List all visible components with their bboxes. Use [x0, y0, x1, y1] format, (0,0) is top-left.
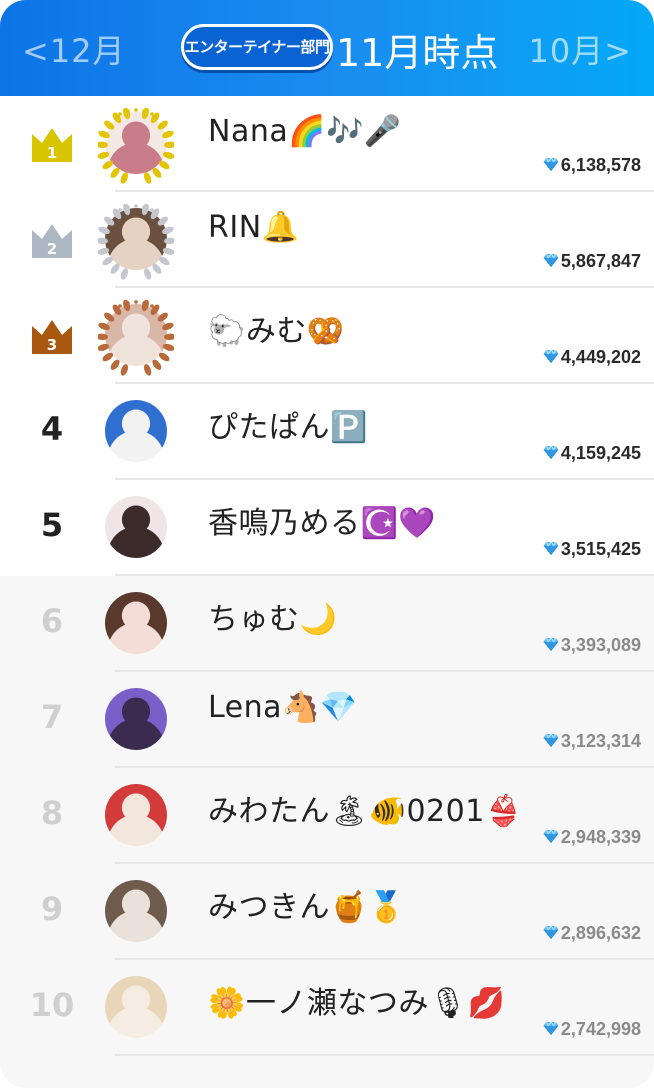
avatar-wrap[interactable] [98, 588, 174, 664]
score: 2,948,339 [542, 827, 641, 848]
prev-month-link[interactable]: <12月 [22, 26, 126, 72]
avatar [105, 400, 167, 462]
score-value: 3,515,425 [560, 539, 641, 559]
diamond-icon [542, 539, 561, 559]
user-name: 🐑みむ🥨 [208, 314, 345, 349]
user-name: みつきん🍯🥇 [208, 890, 406, 925]
rank-number: 9 [40, 890, 64, 928]
avatar-wrap[interactable] [98, 300, 174, 376]
score: 6,138,578 [542, 155, 641, 176]
user-name: Lena🐴💎 [208, 690, 358, 725]
next-month-link[interactable]: 10月> [528, 26, 632, 72]
ranking-row[interactable]: 6 ちゅむ🌙 3,393,089 [0, 576, 654, 672]
diamond-icon [542, 251, 561, 271]
bronze-crown-icon: 3 [31, 318, 73, 354]
avatar-wrap[interactable] [98, 492, 174, 568]
avatar [105, 784, 167, 846]
ranking-row[interactable]: 9 みつきん🍯🥇 2,896,632 [0, 864, 654, 960]
ranking-row[interactable]: 8 みわたん🏝🐠0201👙 2,948,339 [0, 768, 654, 864]
diamond-icon [542, 923, 561, 943]
score-value: 2,948,339 [560, 827, 641, 847]
score-value: 6,138,578 [560, 155, 641, 175]
ranking-row[interactable]: 4 ぴたぱん🅿️ 4,159,245 [0, 384, 654, 480]
user-name: RIN🔔 [208, 210, 300, 245]
avatar [105, 688, 167, 750]
rank-number: 10 [29, 986, 75, 1024]
score: 4,449,202 [542, 347, 641, 368]
avatar-wrap[interactable] [98, 396, 174, 472]
score: 3,393,089 [542, 635, 641, 656]
ranking-row[interactable]: 5 香鳴乃める☪️💜 3,515,425 [0, 480, 654, 576]
avatar-wrap[interactable] [98, 204, 174, 280]
ranking-list: 1 Nana🌈🎶🎤 6,138,578 2 RIN🔔 5,867,847 3 🐑… [0, 96, 654, 1088]
score-value: 3,393,089 [560, 635, 641, 655]
avatar-wrap[interactable] [98, 108, 174, 184]
gold-crown-icon: 1 [31, 126, 73, 162]
ranking-row[interactable]: 10 🌼一ノ瀬なつみ🎙💋 2,742,998 [0, 960, 654, 1056]
avatar [105, 496, 167, 558]
score-value: 5,867,847 [560, 251, 641, 271]
user-name: 🌼一ノ瀬なつみ🎙💋 [208, 986, 506, 1021]
avatar [105, 880, 167, 942]
ranking-row[interactable]: 7 Lena🐴💎 3,123,314 [0, 672, 654, 768]
svg-text:1: 1 [47, 144, 57, 162]
period-title: 11月時点 [336, 31, 499, 75]
score: 2,742,998 [542, 1019, 641, 1040]
avatar [105, 592, 167, 654]
user-name: ぴたぱん🅿️ [208, 410, 368, 445]
ranking-header: <12月 エンターテイナー部門 11月時点 10月> [0, 0, 654, 96]
score-value: 2,896,632 [560, 923, 641, 943]
score-value: 3,123,314 [560, 731, 641, 751]
avatar [105, 976, 167, 1038]
user-name: 香鳴乃める☪️💜 [208, 506, 437, 541]
score-value: 4,449,202 [560, 347, 641, 367]
avatar-wrap[interactable] [98, 780, 174, 856]
diamond-icon [542, 731, 561, 751]
score: 5,867,847 [542, 251, 641, 272]
score: 2,896,632 [542, 923, 641, 944]
ranking-row[interactable]: 1 Nana🌈🎶🎤 6,138,578 [0, 96, 654, 192]
user-name: ちゅむ🌙 [208, 602, 338, 637]
diamond-icon [542, 443, 561, 463]
rank-number: 8 [40, 794, 64, 832]
silver-crown-icon: 2 [31, 222, 73, 258]
rank-number: 5 [40, 506, 64, 544]
avatar-wrap[interactable] [98, 684, 174, 760]
score: 4,159,245 [542, 443, 641, 464]
ranking-row[interactable]: 2 RIN🔔 5,867,847 [0, 192, 654, 288]
diamond-icon [542, 1019, 561, 1039]
svg-text:3: 3 [47, 336, 57, 354]
score: 3,123,314 [542, 731, 641, 752]
score: 3,515,425 [542, 539, 641, 560]
score-value: 4,159,245 [560, 443, 641, 463]
avatar-wrap[interactable] [98, 876, 174, 952]
rank-number: 4 [40, 410, 64, 448]
department-badge[interactable]: エンターテイナー部門 [181, 24, 333, 70]
diamond-icon [542, 635, 561, 655]
diamond-icon [542, 827, 561, 847]
svg-text:2: 2 [47, 240, 57, 258]
diamond-icon [542, 347, 561, 367]
ranking-row[interactable]: 3 🐑みむ🥨 4,449,202 [0, 288, 654, 384]
user-name: Nana🌈🎶🎤 [208, 114, 402, 149]
user-name: みわたん🏝🐠0201👙 [208, 794, 523, 829]
diamond-icon [542, 155, 561, 175]
rank-number: 6 [40, 602, 64, 640]
avatar-wrap[interactable] [98, 972, 174, 1048]
rank-number: 7 [40, 698, 64, 736]
row-divider [115, 1054, 654, 1056]
score-value: 2,742,998 [560, 1019, 641, 1039]
